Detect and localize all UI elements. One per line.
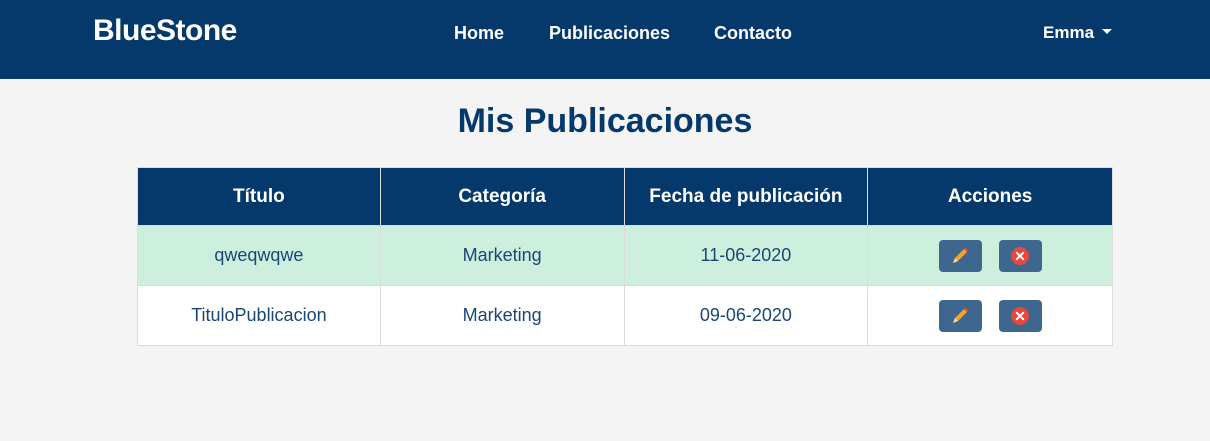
publications-table: Título Categoría Fecha de publicación Ac… bbox=[137, 167, 1113, 346]
navbar: BlueStone Home Publicaciones Contacto Em… bbox=[0, 0, 1210, 79]
table-row: qweqwqwe Marketing 11-06-2020 bbox=[137, 225, 1113, 286]
user-name: Emma bbox=[1043, 23, 1095, 42]
table-row: TituloPublicacion Marketing 09-06-2020 bbox=[137, 285, 1113, 346]
nav-link-publicaciones[interactable]: Publicaciones bbox=[549, 23, 670, 44]
edit-button[interactable] bbox=[938, 299, 982, 332]
edit-button[interactable] bbox=[938, 239, 982, 272]
delete-button[interactable] bbox=[998, 239, 1042, 272]
cell-actions bbox=[867, 225, 1113, 286]
brand-logo[interactable]: BlueStone bbox=[93, 14, 237, 48]
column-header-category: Categoría bbox=[379, 167, 625, 226]
cell-title: TituloPublicacion bbox=[137, 285, 381, 346]
column-header-title: Título bbox=[137, 167, 381, 226]
column-header-date: Fecha de publicación bbox=[623, 167, 869, 226]
cell-date: 11-06-2020 bbox=[623, 225, 869, 286]
page-title: Mis Publicaciones bbox=[457, 102, 753, 140]
close-circle-icon bbox=[1010, 246, 1029, 265]
table-header-row: Título Categoría Fecha de publicación Ac… bbox=[137, 167, 1113, 226]
cell-date: 09-06-2020 bbox=[623, 285, 869, 346]
cell-actions bbox=[867, 285, 1113, 346]
nav-link-home[interactable]: Home bbox=[454, 23, 504, 44]
nav-link-contacto[interactable]: Contacto bbox=[714, 23, 792, 44]
cell-category: Marketing bbox=[379, 285, 625, 346]
close-circle-icon bbox=[1010, 306, 1029, 325]
pencil-icon bbox=[952, 307, 969, 323]
delete-button[interactable] bbox=[998, 299, 1042, 332]
caret-down-icon bbox=[1102, 29, 1113, 34]
cell-category: Marketing bbox=[379, 225, 625, 286]
cell-title: qweqwqwe bbox=[137, 225, 381, 286]
user-menu-dropdown[interactable]: Emma bbox=[1043, 23, 1113, 43]
column-header-actions: Acciones bbox=[867, 167, 1113, 226]
pencil-icon bbox=[952, 247, 969, 263]
